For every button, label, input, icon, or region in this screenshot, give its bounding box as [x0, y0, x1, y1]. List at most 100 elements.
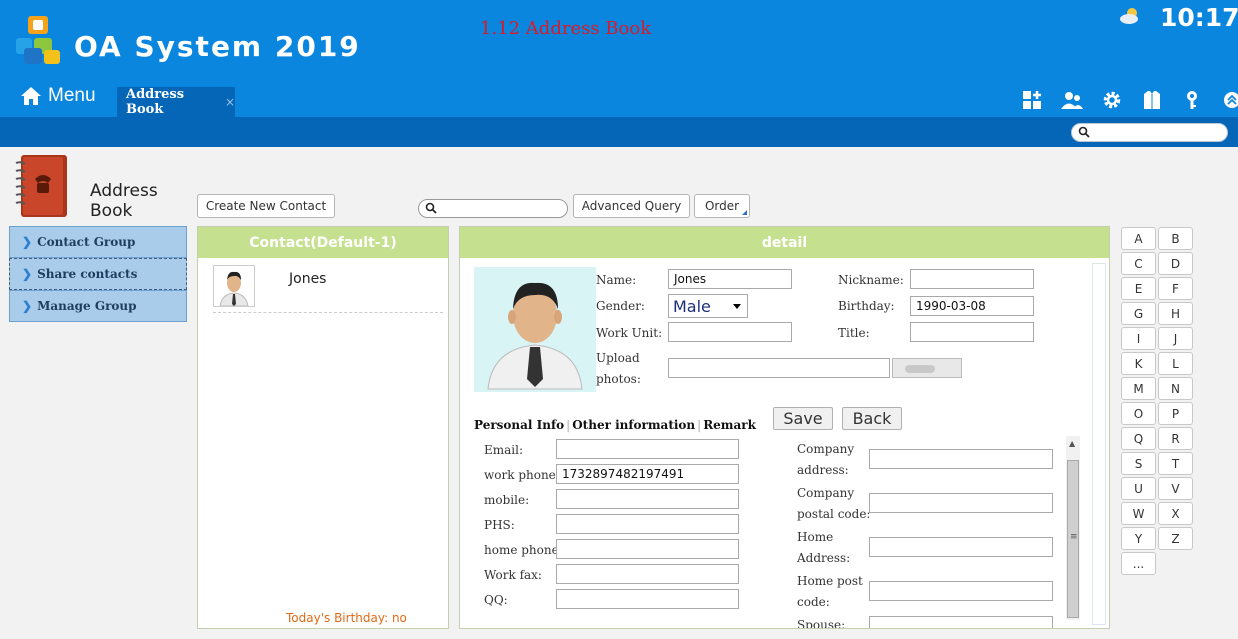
- menu-button[interactable]: Menu: [20, 85, 96, 107]
- gear-icon[interactable]: [1092, 88, 1132, 112]
- create-contact-button[interactable]: Create New Contact: [197, 194, 335, 218]
- alpha-key[interactable]: H: [1158, 302, 1193, 325]
- work-fax-label: Work fax:: [484, 568, 542, 582]
- list-item[interactable]: Jones: [213, 265, 443, 313]
- app-logo-icon: [16, 16, 60, 64]
- sidebar-item-share-contacts[interactable]: ❯ Share contacts: [9, 258, 187, 290]
- alpha-key[interactable]: T: [1158, 452, 1193, 475]
- outer-scrollbar[interactable]: [1092, 263, 1106, 625]
- tab-personal-info[interactable]: Personal Info: [474, 418, 564, 432]
- alpha-key[interactable]: C: [1121, 252, 1156, 275]
- sidebar-item-label: Manage Group: [37, 299, 137, 313]
- work-unit-field[interactable]: [668, 322, 792, 342]
- alpha-key[interactable]: K: [1121, 352, 1156, 375]
- mobile-field[interactable]: [556, 489, 739, 509]
- upload-path-field[interactable]: [668, 358, 890, 378]
- alpha-key[interactable]: U: [1121, 477, 1156, 500]
- company-postal-label-2: postal code:: [797, 507, 871, 521]
- mobile-label: mobile:: [484, 493, 530, 507]
- spouse-field[interactable]: [869, 616, 1053, 628]
- home-post-label-2: code:: [797, 595, 830, 609]
- alpha-key[interactable]: I: [1121, 327, 1156, 350]
- inner-scrollbar[interactable]: ▲ ≡: [1066, 436, 1080, 620]
- back-button[interactable]: Back: [842, 407, 902, 430]
- alpha-key[interactable]: P: [1158, 402, 1193, 425]
- contact-photo: [474, 267, 596, 392]
- home-post-field[interactable]: [869, 581, 1053, 601]
- users-icon[interactable]: [1052, 88, 1092, 112]
- birthday-field[interactable]: 1990-03-08: [910, 296, 1034, 316]
- alpha-key[interactable]: V: [1158, 477, 1193, 500]
- alpha-key[interactable]: A: [1121, 227, 1156, 250]
- sidebar-item-label: Contact Group: [37, 235, 136, 249]
- avatar: [213, 265, 255, 307]
- sidebar-item-manage-group[interactable]: ❯ Manage Group: [9, 290, 187, 322]
- phs-field[interactable]: [556, 514, 739, 534]
- tab-remark[interactable]: Remark: [703, 418, 756, 432]
- alpha-key[interactable]: G: [1121, 302, 1156, 325]
- alpha-key[interactable]: M: [1121, 377, 1156, 400]
- gender-value: Male: [673, 296, 711, 316]
- contacts-panel: Contact(Default-1) Jones Today's Birthda…: [197, 226, 449, 629]
- alpha-key[interactable]: R: [1158, 427, 1193, 450]
- shirt-icon[interactable]: [1132, 88, 1172, 112]
- spouse-label: Spouse:: [797, 618, 846, 628]
- alpha-key[interactable]: J: [1158, 327, 1193, 350]
- sidebar-item-label: Share contacts: [37, 267, 138, 281]
- scroll-grip-icon: ≡: [1070, 532, 1078, 542]
- collapse-icon[interactable]: [1212, 88, 1238, 112]
- birthday-status: Today's Birthday: no: [286, 611, 407, 625]
- home-address-field[interactable]: [869, 537, 1053, 557]
- save-button[interactable]: Save: [773, 407, 833, 430]
- home-icon: [21, 87, 41, 105]
- company-address-label-2: address:: [797, 463, 849, 477]
- alpha-key[interactable]: Q: [1121, 427, 1156, 450]
- alpha-key[interactable]: E: [1121, 277, 1156, 300]
- alpha-key[interactable]: F: [1158, 277, 1193, 300]
- alpha-key[interactable]: O: [1121, 402, 1156, 425]
- alpha-key[interactable]: Z: [1158, 527, 1193, 550]
- scroll-up-icon[interactable]: ▲: [1069, 439, 1075, 448]
- close-icon[interactable]: ×: [225, 95, 235, 109]
- work-unit-label: Work Unit:: [596, 326, 663, 340]
- tab-label: Address Book: [126, 87, 185, 117]
- browse-button[interactable]: [892, 358, 962, 378]
- app-title: OA System 2019: [74, 30, 361, 63]
- company-postal-field[interactable]: [869, 493, 1053, 513]
- search-icon: [425, 202, 437, 214]
- detail-tabs: Personal Info | Other information | Remark: [474, 418, 756, 432]
- add-app-icon[interactable]: [1012, 88, 1052, 112]
- sub-header-bar: [0, 117, 1238, 147]
- sidebar-item-contact-group[interactable]: ❯ Contact Group: [9, 226, 187, 258]
- alpha-key[interactable]: ...: [1121, 552, 1156, 575]
- contact-search-input[interactable]: [418, 199, 568, 218]
- alpha-key[interactable]: N: [1158, 377, 1193, 400]
- advanced-query-button[interactable]: Advanced Query: [573, 194, 690, 218]
- alpha-key[interactable]: D: [1158, 252, 1193, 275]
- alpha-key[interactable]: W: [1121, 502, 1156, 525]
- key-icon[interactable]: [1172, 88, 1212, 112]
- alpha-key[interactable]: Y: [1121, 527, 1156, 550]
- work-fax-field[interactable]: [556, 564, 739, 584]
- company-address-field[interactable]: [869, 449, 1053, 469]
- alpha-key[interactable]: S: [1121, 452, 1156, 475]
- title-field[interactable]: [910, 322, 1034, 342]
- header-search-input[interactable]: [1071, 123, 1228, 142]
- nickname-field[interactable]: [910, 269, 1034, 289]
- alpha-key[interactable]: L: [1158, 352, 1193, 375]
- tab-address-book[interactable]: Address Book ×: [117, 87, 235, 117]
- address-book-icon: [15, 155, 67, 217]
- alpha-key[interactable]: X: [1158, 502, 1193, 525]
- qq-field[interactable]: [556, 589, 739, 609]
- name-field[interactable]: Jones: [668, 269, 792, 289]
- order-button[interactable]: Order: [694, 194, 750, 218]
- home-phone-field[interactable]: [556, 539, 739, 559]
- dropdown-corner-icon: [742, 210, 747, 215]
- alpha-key[interactable]: B: [1158, 227, 1193, 250]
- email-field[interactable]: [556, 439, 739, 459]
- home-address-label-2: Address:: [797, 551, 851, 565]
- gender-select[interactable]: Male: [668, 294, 748, 318]
- work-phone-field[interactable]: 1732897482197491: [556, 464, 739, 484]
- tab-other-information[interactable]: Other information: [572, 418, 695, 432]
- order-label: Order: [704, 199, 740, 213]
